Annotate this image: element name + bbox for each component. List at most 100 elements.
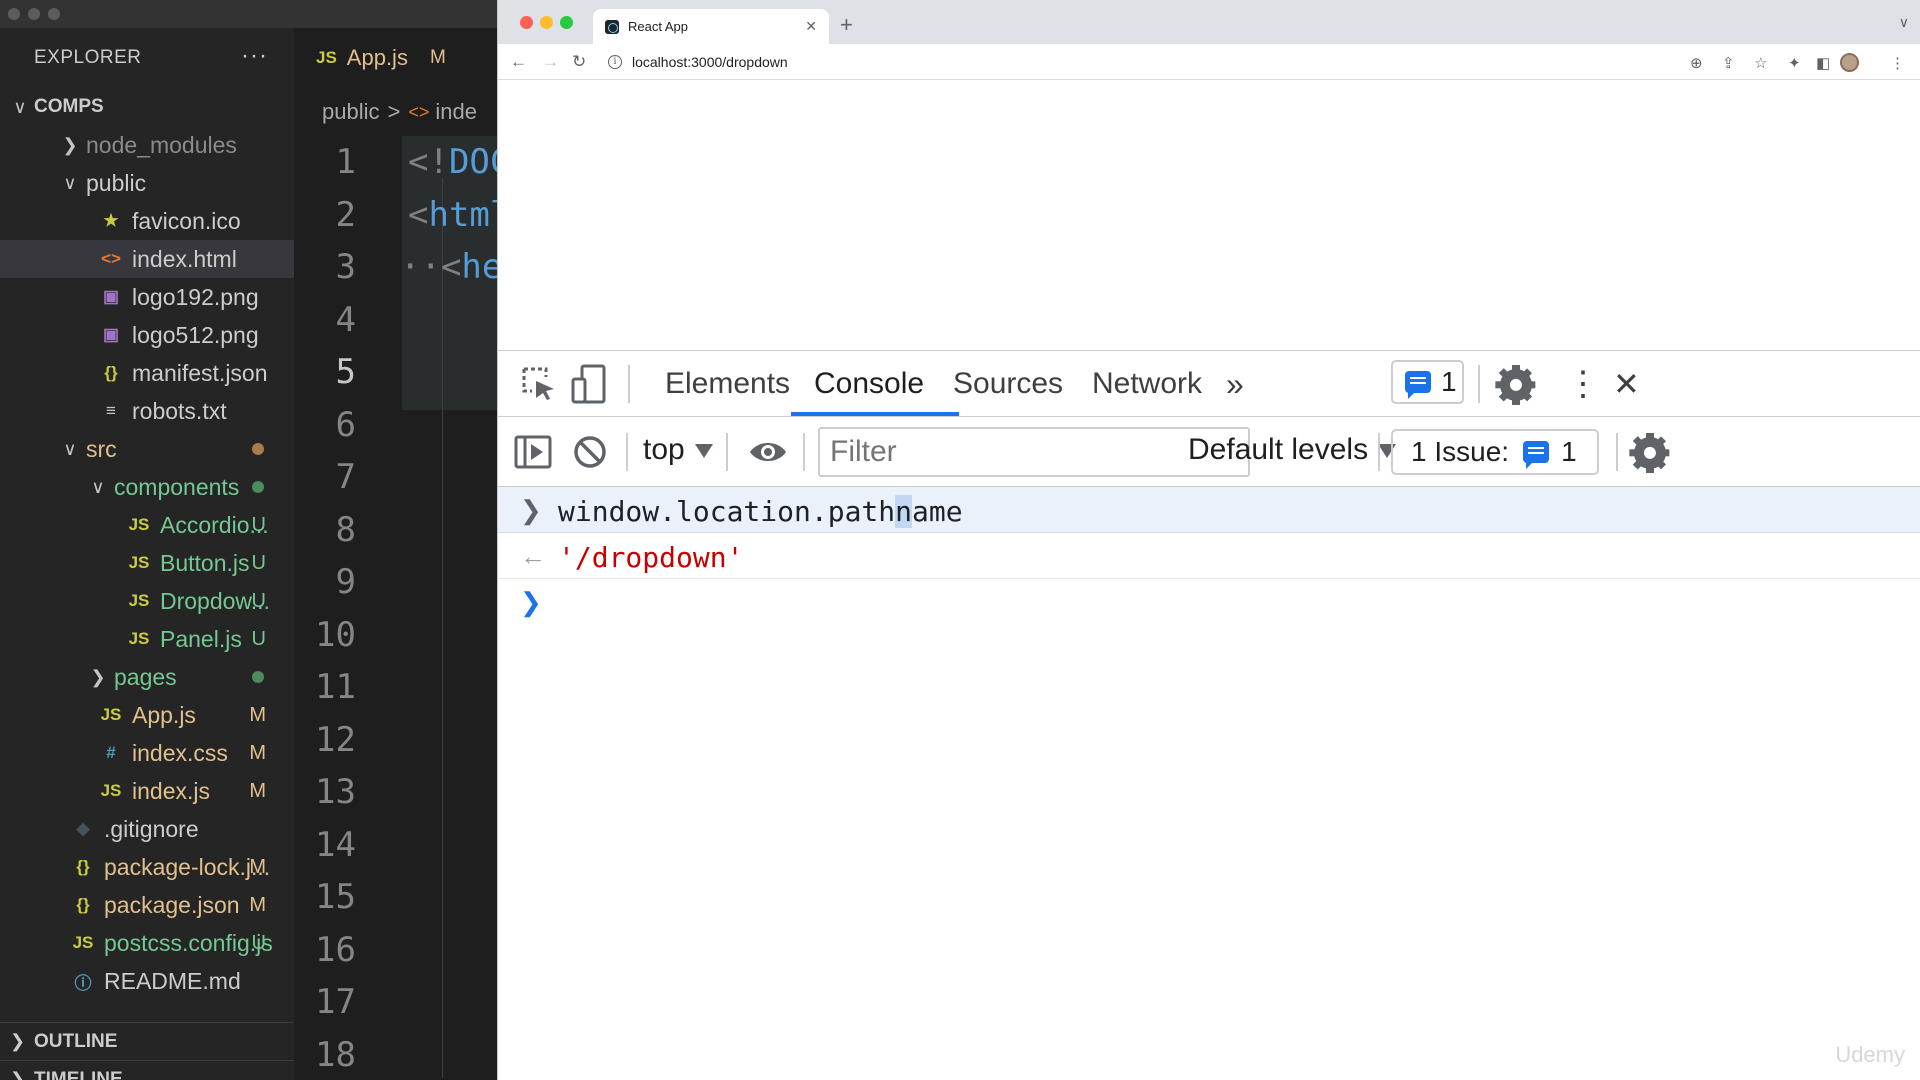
minimize-window-dot[interactable] bbox=[28, 8, 40, 20]
bookmark-star-icon[interactable]: ☆ bbox=[1754, 54, 1767, 72]
code-line[interactable]: 9 bbox=[294, 556, 500, 608]
console-settings-gear-icon[interactable] bbox=[1630, 433, 1670, 473]
code-line[interactable]: 16 bbox=[294, 924, 500, 976]
tree-file[interactable]: JS Button.js U bbox=[0, 544, 294, 582]
browser-menu-icon[interactable]: ⋮ bbox=[1890, 54, 1905, 72]
code-line[interactable]: 8 bbox=[294, 504, 500, 556]
code-line[interactable]: 17 bbox=[294, 976, 500, 1028]
issues-summary-button[interactable]: 1 Issue: 1 bbox=[1391, 429, 1599, 475]
tree-root[interactable]: ∨ COMPS bbox=[0, 88, 294, 126]
tree-file[interactable]: ⓘ README.md bbox=[0, 962, 294, 1000]
device-toolbar-icon[interactable] bbox=[570, 363, 608, 405]
tree-file[interactable]: # index.css M bbox=[0, 734, 294, 772]
minimize-traffic-light[interactable] bbox=[540, 16, 553, 29]
url-text[interactable]: localhost:3000/dropdown bbox=[632, 54, 788, 70]
tree-file[interactable]: ★ favicon.ico bbox=[0, 202, 294, 240]
sidebar-toggle-icon[interactable] bbox=[514, 435, 552, 469]
tree-file[interactable]: ≡ robots.txt bbox=[0, 392, 294, 430]
editor-tabs: JS App.js M bbox=[294, 28, 500, 88]
tree-file[interactable]: {} package-lock.j... M bbox=[0, 848, 294, 886]
zoom-icon[interactable]: ⊕ bbox=[1690, 54, 1703, 72]
tree-file[interactable]: ▣ logo512.png bbox=[0, 316, 294, 354]
context-selector[interactable]: top bbox=[643, 433, 713, 467]
more-tabs-icon[interactable]: » bbox=[1226, 351, 1244, 417]
watermark: Udemy bbox=[1835, 1042, 1905, 1067]
tree-file[interactable]: JS postcss.config.js U bbox=[0, 924, 294, 962]
tree-file[interactable]: {} manifest.json bbox=[0, 354, 294, 392]
inspect-element-icon[interactable] bbox=[520, 365, 558, 403]
close-traffic-light[interactable] bbox=[520, 16, 533, 29]
code-line[interactable]: 6 bbox=[294, 399, 500, 451]
more-actions-icon[interactable]: ··· bbox=[241, 42, 268, 70]
console-input-entry[interactable]: ❯ window.location.pathname bbox=[498, 487, 1920, 533]
settings-gear-icon[interactable] bbox=[1496, 365, 1536, 405]
tab-console[interactable]: Console bbox=[814, 351, 924, 417]
code-line[interactable]: 15 bbox=[294, 871, 500, 923]
tree-folder[interactable]: ∨ components bbox=[0, 468, 294, 506]
tab-network[interactable]: Network bbox=[1092, 351, 1202, 417]
console-result[interactable]: '/dropdown' bbox=[558, 541, 743, 574]
editor-tab-app-js[interactable]: JS App.js M bbox=[294, 28, 500, 88]
tab-sources[interactable]: Sources bbox=[953, 351, 1063, 417]
tree-item-label: logo192.png bbox=[132, 283, 259, 310]
new-tab-icon[interactable]: + bbox=[840, 12, 853, 38]
breadcrumb-file[interactable]: inde bbox=[435, 99, 477, 125]
code-line[interactable]: 18 bbox=[294, 1029, 500, 1080]
tree-file[interactable]: JS Accordio... U bbox=[0, 506, 294, 544]
toolbar-divider bbox=[626, 433, 628, 471]
tree-file[interactable]: ▣ logo192.png bbox=[0, 278, 294, 316]
breadcrumb-folder[interactable]: public bbox=[322, 99, 379, 125]
line-number: 14 bbox=[315, 824, 356, 865]
code-line[interactable]: 4 bbox=[294, 294, 500, 346]
close-devtools-icon[interactable]: ✕ bbox=[1613, 351, 1640, 417]
close-window-dot[interactable] bbox=[8, 8, 20, 20]
close-tab-icon[interactable]: ✕ bbox=[805, 18, 817, 35]
code-line[interactable]: 14 bbox=[294, 819, 500, 871]
tree-folder[interactable]: ∨ public bbox=[0, 164, 294, 202]
tree-file[interactable]: JS App.js M bbox=[0, 696, 294, 734]
json-icon: {} bbox=[76, 895, 90, 914]
timeline-section[interactable]: ❯ TIMELINE bbox=[0, 1060, 294, 1080]
back-icon[interactable]: ← bbox=[510, 52, 527, 72]
live-expression-eye-icon[interactable] bbox=[748, 439, 788, 465]
log-levels-dropdown[interactable]: Default levels bbox=[1188, 433, 1397, 467]
code-line[interactable]: 2 <html bbox=[294, 189, 500, 241]
code-line[interactable]: 5 bbox=[294, 346, 500, 398]
browser-tab[interactable]: React App ✕ bbox=[593, 9, 829, 44]
filter-input[interactable] bbox=[818, 427, 1250, 477]
clear-console-icon[interactable] bbox=[573, 435, 607, 469]
tree-file[interactable]: JS index.js M bbox=[0, 772, 294, 810]
code-line[interactable]: 13 bbox=[294, 766, 500, 818]
code-line[interactable]: 1 <!DOC bbox=[294, 136, 500, 188]
tree-file[interactable]: JS Panel.js U bbox=[0, 620, 294, 658]
code-line[interactable]: 10 bbox=[294, 609, 500, 661]
reload-icon[interactable]: ↻ bbox=[572, 52, 586, 72]
side-panel-icon[interactable]: ◧ bbox=[1816, 54, 1830, 72]
issues-counter-button[interactable]: 1 bbox=[1391, 360, 1464, 404]
tree-file[interactable]: ◆ .gitignore bbox=[0, 810, 294, 848]
outline-section[interactable]: ❯ OUTLINE bbox=[0, 1022, 294, 1060]
zoom-traffic-light[interactable] bbox=[560, 16, 573, 29]
tree-folder[interactable]: ∨ src bbox=[0, 430, 294, 468]
share-icon[interactable]: ⇪ bbox=[1722, 54, 1735, 72]
code-line[interactable]: 12 bbox=[294, 714, 500, 766]
tab-search-chevron-icon[interactable]: ∨ bbox=[1899, 14, 1909, 31]
code-line[interactable]: 7 bbox=[294, 451, 500, 503]
site-info-icon[interactable]: i bbox=[608, 55, 622, 69]
tree-file[interactable]: {} package.json M bbox=[0, 886, 294, 924]
code-line[interactable]: 3 ··<he bbox=[294, 241, 500, 293]
tree-file[interactable]: JS Dropdow... U bbox=[0, 582, 294, 620]
maximize-window-dot[interactable] bbox=[48, 8, 60, 20]
extensions-icon[interactable]: ✦ bbox=[1788, 54, 1801, 72]
customize-menu-icon[interactable]: ⋮ bbox=[1566, 351, 1600, 417]
address-bar[interactable]: i localhost:3000/dropdown bbox=[608, 47, 1708, 77]
tree-folder[interactable]: ❯ node_modules bbox=[0, 126, 294, 164]
profile-avatar[interactable] bbox=[1840, 53, 1859, 72]
forward-icon[interactable]: → bbox=[542, 52, 559, 72]
console-prompt[interactable]: ❯ bbox=[498, 579, 1920, 625]
tree-folder[interactable]: ❯ pages bbox=[0, 658, 294, 696]
tree-item-label: index.css bbox=[132, 739, 228, 766]
code-line[interactable]: 11 bbox=[294, 661, 500, 713]
tree-file[interactable]: <> index.html bbox=[0, 240, 294, 278]
tab-elements[interactable]: Elements bbox=[665, 351, 790, 417]
